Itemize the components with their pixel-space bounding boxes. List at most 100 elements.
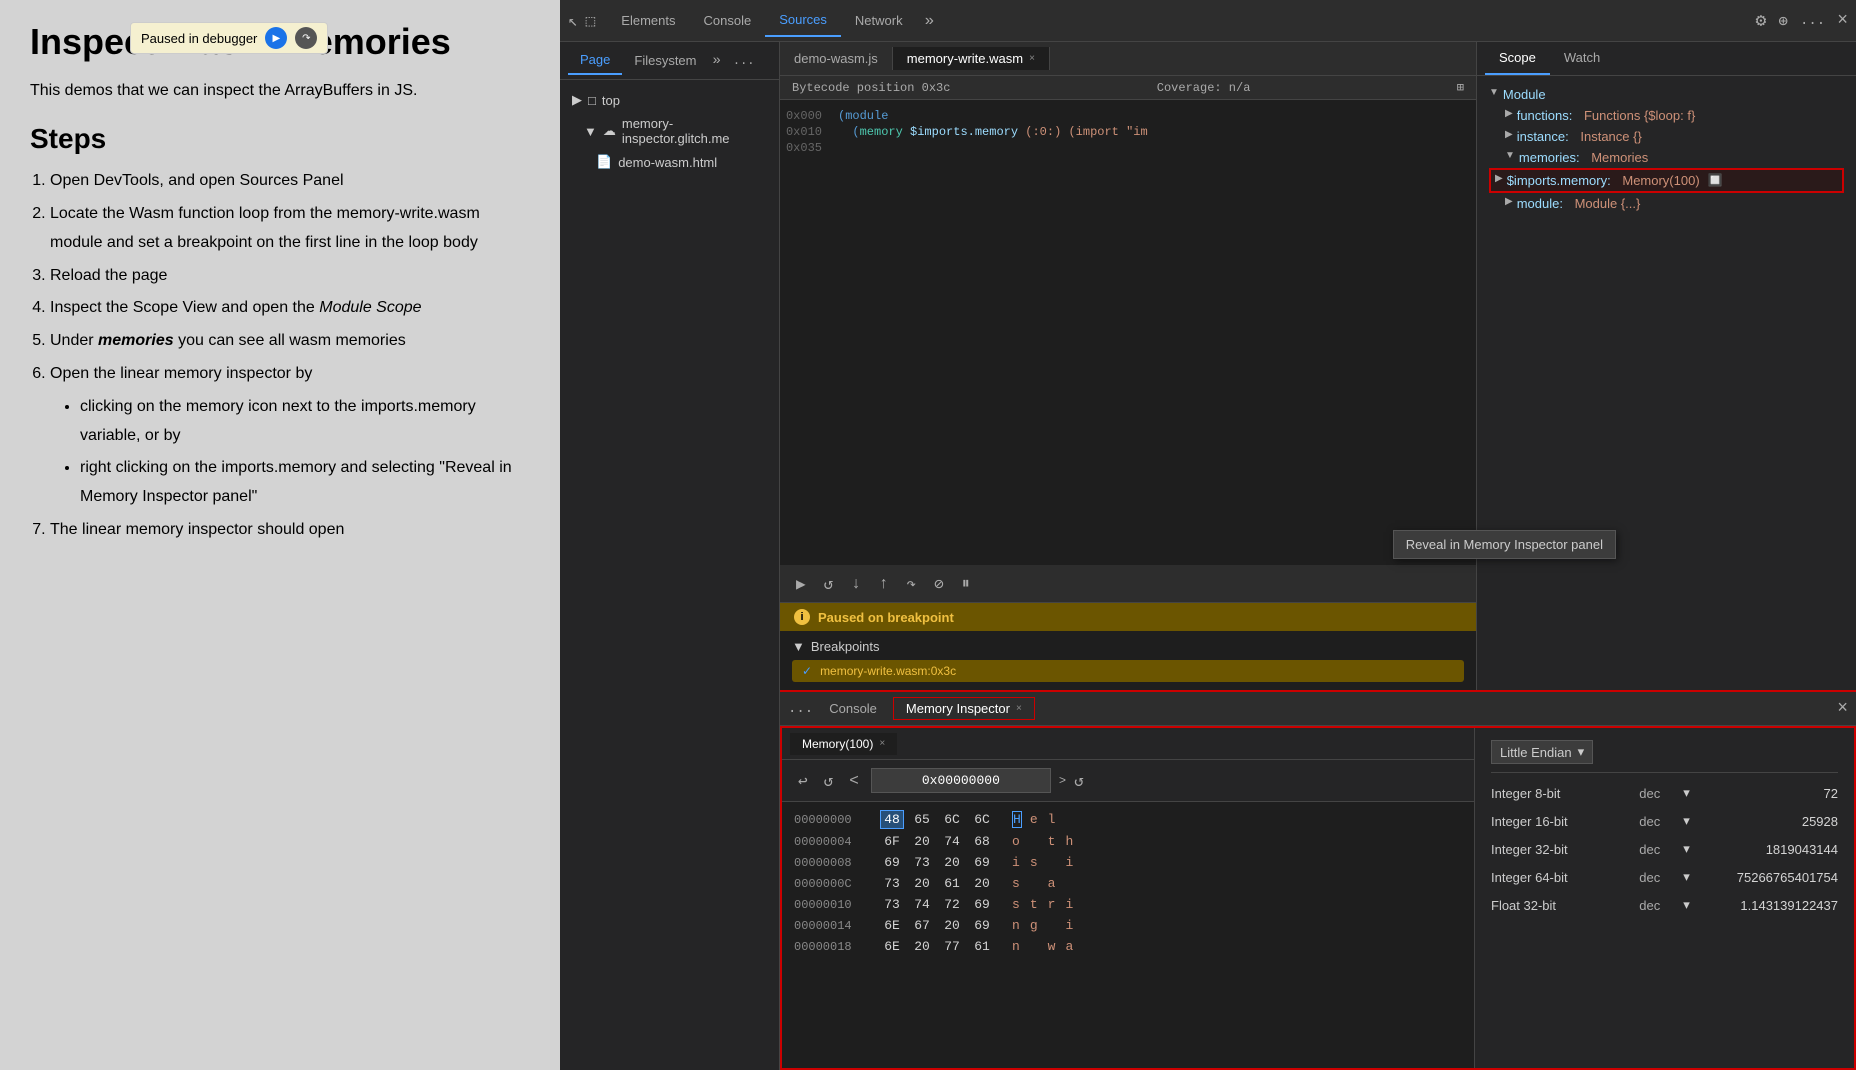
tab-network[interactable]: Network (841, 5, 917, 36)
scope-item-functions[interactable]: ▶ functions: Functions {$loop: f} (1489, 105, 1844, 126)
breakpoints-title[interactable]: ▼ Breakpoints (792, 639, 1464, 654)
settings-icon[interactable]: ⚙ (1755, 10, 1766, 32)
hex-byte[interactable]: 48 (880, 810, 904, 829)
resume-button[interactable]: ▶ (265, 27, 287, 49)
hex-byte[interactable]: 67 (910, 917, 934, 934)
expand-icon[interactable]: ⊞ (1457, 80, 1464, 95)
tab-console[interactable]: Console (817, 697, 889, 720)
hex-byte[interactable]: 61 (940, 875, 964, 892)
more-subtabs-button[interactable]: » (709, 49, 725, 73)
memories-bold-italic: memories (98, 332, 174, 349)
nav-forward-button[interactable]: ↺ (820, 769, 838, 793)
code-tab-demo-wasm-js[interactable]: demo-wasm.js (780, 47, 893, 70)
ascii-char: s (1012, 876, 1022, 891)
scope-item-imports-memory[interactable]: ▶ $imports.memory: Memory(100) 🔲 (1489, 168, 1844, 193)
step-out-button[interactable]: ↑ (875, 573, 893, 595)
subtab-page[interactable]: Page (568, 46, 622, 75)
nav-left-button[interactable]: < (845, 770, 863, 792)
tab-sources[interactable]: Sources (765, 4, 841, 37)
hex-byte[interactable]: 6E (880, 938, 904, 955)
hex-byte[interactable]: 72 (940, 896, 964, 913)
hex-byte[interactable]: 6C (970, 811, 994, 828)
memory-icon[interactable]: 🔲 (1708, 173, 1723, 187)
hex-byte[interactable]: 69 (970, 917, 994, 934)
tab-console[interactable]: Console (689, 5, 765, 36)
scope-item-memories[interactable]: ▼ memories: Memories (1489, 147, 1844, 168)
code-tab-wasm[interactable]: memory-write.wasm × (893, 47, 1050, 70)
tab-close-icon[interactable]: × (1016, 703, 1022, 714)
nav-back-button[interactable]: ↩ (794, 769, 812, 793)
scope-tab-watch[interactable]: Watch (1550, 42, 1614, 75)
format-dropdown[interactable]: dec ▾ (1639, 841, 1690, 857)
more-tabs-button[interactable]: » (917, 8, 943, 34)
tab-memory-inspector[interactable]: Memory Inspector × (893, 697, 1035, 720)
tree-item-html[interactable]: 📄 demo-wasm.html (560, 150, 779, 174)
hex-byte[interactable]: 77 (940, 938, 964, 955)
scope-item-module[interactable]: ▼ Module (1489, 84, 1844, 105)
sources-dots-button[interactable]: ... (725, 50, 763, 72)
step-over-button[interactable]: ↺ (820, 572, 838, 596)
memory-subtab-100[interactable]: Memory(100) × (790, 733, 897, 755)
step-into-button[interactable]: ↓ (847, 573, 865, 595)
inspect-icon[interactable]: ⬚ (586, 11, 596, 31)
hex-byte[interactable]: 73 (880, 896, 904, 913)
hex-byte[interactable]: 68 (970, 833, 994, 850)
console-dots[interactable]: ... (788, 701, 813, 717)
subtab-filesystem[interactable]: Filesystem (622, 47, 708, 74)
list-item: Reload the page (50, 262, 530, 291)
format-dropdown[interactable]: dec ▾ (1639, 785, 1690, 801)
resume-button[interactable]: ▶ (792, 572, 810, 596)
close-panel-icon[interactable]: × (1837, 699, 1848, 719)
devtools-close-button[interactable]: × (1837, 11, 1848, 31)
address-input[interactable] (871, 768, 1051, 793)
hex-byte[interactable]: 73 (910, 854, 934, 871)
format-dropdown[interactable]: dec ▾ (1639, 897, 1690, 913)
hex-byte[interactable]: 69 (970, 896, 994, 913)
scope-item-module-val[interactable]: ▶ module: Module {...} (1489, 193, 1844, 214)
step-button[interactable]: ↷ (903, 572, 921, 596)
refresh-button[interactable]: ↺ (1074, 771, 1084, 791)
endian-dropdown[interactable]: Little Endian ▾ (1491, 740, 1593, 764)
profile-icon[interactable]: ⊕ (1778, 11, 1788, 31)
hex-byte[interactable]: 20 (940, 917, 964, 934)
debugger-banner[interactable]: Paused in debugger ▶ ↷ (130, 22, 328, 54)
ascii-char (1048, 855, 1058, 870)
hex-byte[interactable]: 61 (970, 938, 994, 955)
format-dropdown[interactable]: dec ▾ (1639, 869, 1690, 885)
pause-button[interactable]: ⏸ (958, 573, 974, 595)
hex-byte[interactable]: 20 (910, 833, 934, 850)
breakpoint-item[interactable]: ✓ memory-write.wasm:0x3c (792, 660, 1464, 682)
hex-byte[interactable]: 6F (880, 833, 904, 850)
close-subtab-icon[interactable]: × (879, 738, 885, 749)
hex-address: 00000014 (794, 919, 874, 933)
hex-byte[interactable]: 20 (970, 875, 994, 892)
hex-byte[interactable]: 69 (880, 854, 904, 871)
scope-tab-scope[interactable]: Scope (1485, 42, 1550, 75)
hex-byte[interactable]: 74 (910, 896, 934, 913)
hex-byte[interactable]: 6E (880, 917, 904, 934)
hex-byte[interactable]: 65 (910, 811, 934, 828)
nav-right-button[interactable]: > (1059, 774, 1066, 788)
memory-subtab-bar: Memory(100) × (782, 728, 1474, 760)
tree-item-top[interactable]: ▶ □ top (560, 88, 779, 112)
tab-elements[interactable]: Elements (607, 5, 689, 36)
cursor-icon[interactable]: ↖ (568, 11, 578, 31)
tab-close-icon[interactable]: × (1029, 53, 1035, 64)
code-area: demo-wasm.js memory-write.wasm × Bytecod… (780, 42, 1476, 690)
hex-byte[interactable]: 6C (940, 811, 964, 828)
hex-byte[interactable]: 20 (910, 938, 934, 955)
scope-item-instance[interactable]: ▶ instance: Instance {} (1489, 126, 1844, 147)
format-dropdown[interactable]: dec ▾ (1639, 813, 1690, 829)
hex-byte[interactable]: 69 (970, 854, 994, 871)
hex-byte[interactable]: 74 (940, 833, 964, 850)
tree-item-glitch[interactable]: ▼ ☁ memory-inspector.glitch.me (560, 112, 779, 150)
hex-ascii: H e l (1012, 811, 1058, 828)
hex-byte[interactable]: 20 (910, 875, 934, 892)
ascii-char (1030, 939, 1040, 954)
hex-byte[interactable]: 73 (880, 875, 904, 892)
hex-byte[interactable]: 20 (940, 854, 964, 871)
hex-ascii: n w a (1012, 939, 1075, 954)
deactivate-button[interactable]: ⊘ (930, 572, 948, 596)
step-over-button[interactable]: ↷ (295, 27, 317, 49)
more-options-icon[interactable]: ... (1800, 13, 1825, 29)
